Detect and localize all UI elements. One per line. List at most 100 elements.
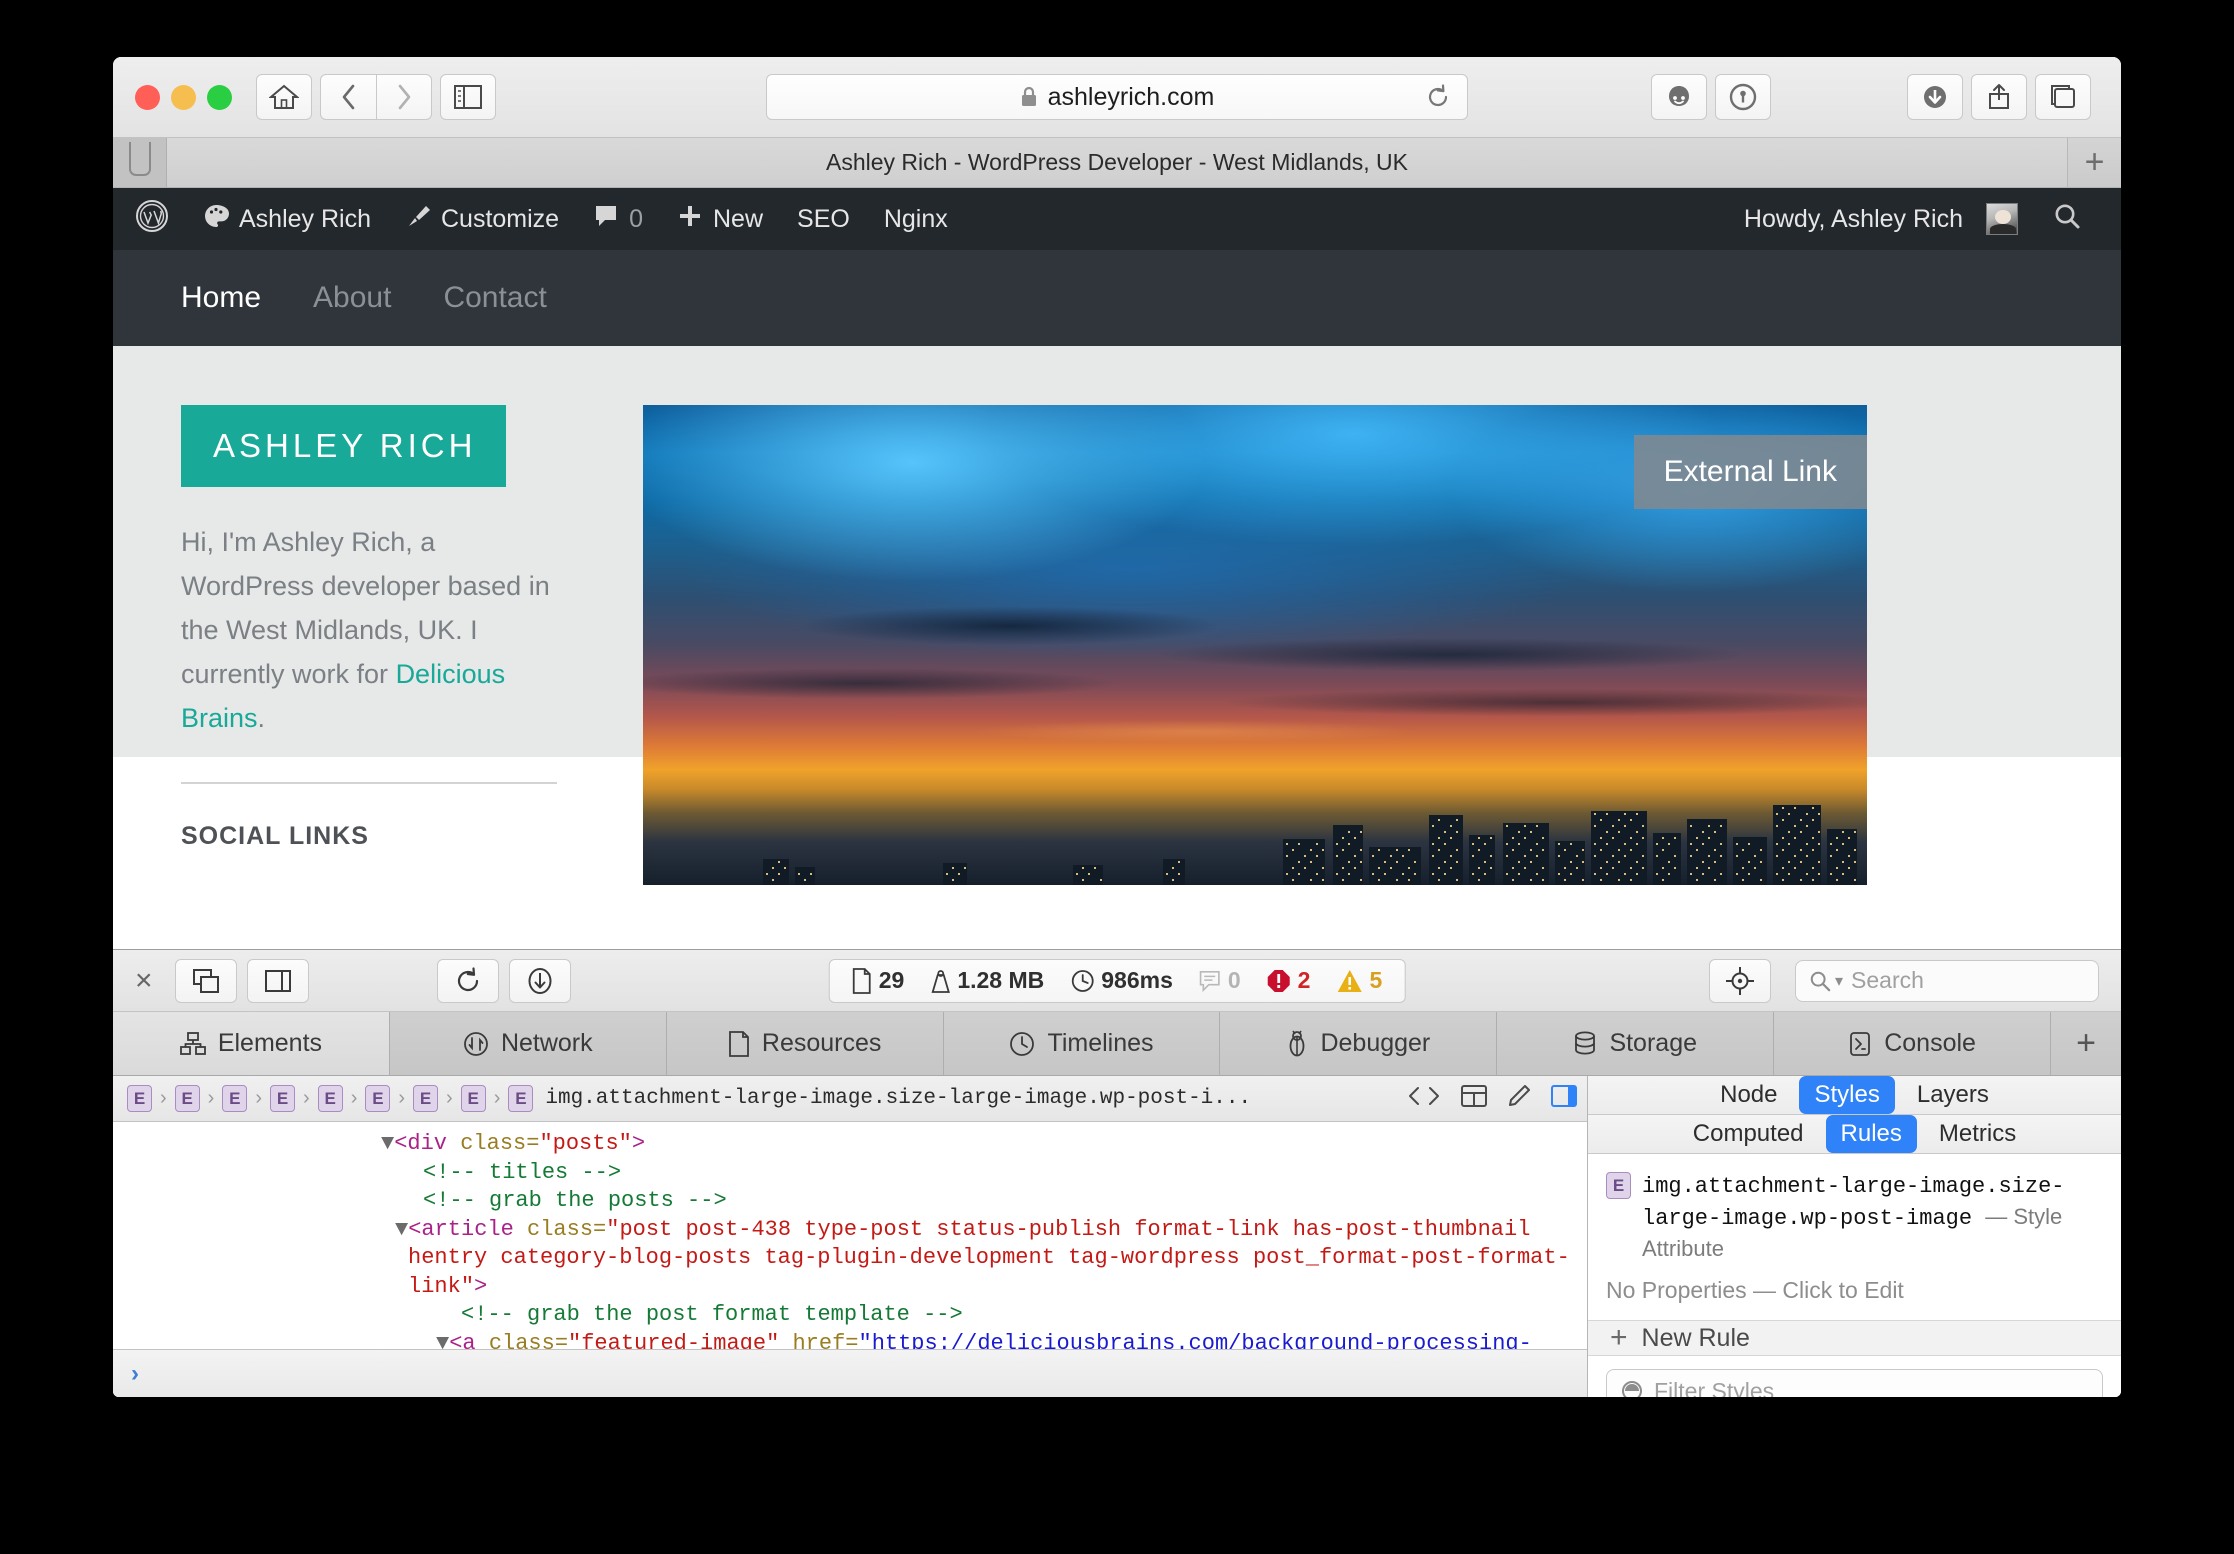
minimize-window-button[interactable]	[171, 84, 196, 110]
breadcrumb-badge-1[interactable]: E	[127, 1085, 152, 1112]
wp-new-content-link[interactable]: New	[660, 188, 780, 250]
tab-console[interactable]: Console	[1774, 1012, 2052, 1075]
browser-tab[interactable]: Ashley Rich - WordPress Developer - West…	[167, 138, 2067, 187]
breadcrumb-badge-4[interactable]: E	[270, 1085, 296, 1112]
breadcrumb-badge-7[interactable]: E	[413, 1085, 439, 1112]
address-bar[interactable]: ashleyrich.com	[766, 74, 1468, 120]
downloads-icon[interactable]	[1907, 74, 1963, 120]
breadcrumb: E › E › E › E › E › E › E › E › E img.attachment…	[113, 1076, 1587, 1122]
dom-line-anchor[interactable]: ▼<a class="featured-image" href="https:/…	[113, 1330, 1587, 1350]
breadcrumb-selected-label[interactable]: img.attachment-large-image.size-large-im…	[545, 1087, 1251, 1110]
wp-account-menu[interactable]: Howdy, Ashley Rich	[1744, 203, 2035, 235]
breadcrumb-badge-5[interactable]: E	[317, 1085, 343, 1112]
close-window-button[interactable]	[135, 84, 160, 110]
stat-errors[interactable]: 2	[1267, 967, 1310, 994]
download-har-icon[interactable]	[508, 958, 571, 1003]
wp-seo-link[interactable]: SEO	[780, 188, 867, 250]
nav-item-about[interactable]: About	[313, 281, 391, 315]
style-rule[interactable]: E img.attachment-large-image.size-large-…	[1588, 1154, 2121, 1321]
new-tab-button[interactable]: +	[2067, 138, 2121, 187]
style-rule-selector[interactable]: img.attachment-large-image.size-large-im…	[1642, 1172, 2101, 1266]
dom-line-article[interactable]: ▼<article class="post post-438 type-post…	[113, 1216, 1587, 1302]
tab-elements[interactable]: Elements	[113, 1012, 390, 1075]
inspect-element-icon[interactable]	[1709, 958, 1771, 1003]
console-prompt-chevron-right-icon[interactable]: ›	[131, 1360, 139, 1388]
maximize-window-button[interactable]	[207, 84, 232, 110]
tab-console-label: Console	[1884, 1029, 1976, 1057]
console-prompt-bar[interactable]: ›	[113, 1349, 1587, 1397]
sidebar-tab-node[interactable]: Node	[1720, 1081, 1777, 1109]
page-stats-bar: 29 1.28 MB 986ms 0 2 5	[828, 958, 1406, 1003]
chevron-right-icon: ›	[493, 1087, 501, 1109]
wp-logo-menu[interactable]	[135, 188, 186, 250]
breadcrumb-badge-3[interactable]: E	[222, 1085, 248, 1112]
address-bar-url: ashleyrich.com	[1047, 82, 1215, 111]
dock-right-icon[interactable]	[246, 958, 309, 1003]
bio-text-after: .	[257, 703, 266, 733]
sidebar-tab-styles[interactable]: Styles	[1799, 1076, 1895, 1114]
tab-resources[interactable]: Resources	[667, 1012, 944, 1075]
devtools-toolbar-right: ▾ Search	[1709, 958, 2099, 1003]
devtools-body: E › E › E › E › E › E › E › E › E img.attachment…	[113, 1076, 2121, 1397]
tab-elements-label: Elements	[217, 1029, 323, 1057]
tab-network[interactable]: Network	[390, 1012, 667, 1075]
home-icon[interactable]	[256, 74, 312, 120]
featured-image[interactable]: External Link	[643, 405, 1867, 885]
edit-pencil-icon[interactable]	[1507, 1084, 1531, 1114]
forward-icon[interactable]	[376, 74, 432, 120]
sidebar-tab-metrics[interactable]: Metrics	[1939, 1120, 2016, 1148]
tab-storage[interactable]: Storage	[1497, 1012, 1775, 1075]
extension-icon[interactable]	[1651, 74, 1707, 120]
tab-favicon-u[interactable]	[113, 138, 167, 187]
toolbar-right-group	[1651, 74, 2099, 120]
back-icon[interactable]	[320, 74, 376, 120]
stat-logs: 0	[1199, 967, 1241, 994]
wp-search-button[interactable]	[2035, 201, 2099, 238]
dom-anchor-href-attr: href=	[792, 1330, 859, 1350]
close-devtools-button[interactable]: ×	[135, 964, 153, 998]
source-code-icon[interactable]	[1407, 1085, 1441, 1113]
wp-comments-link[interactable]: 0	[576, 188, 660, 250]
resources-icon	[728, 1030, 749, 1057]
new-rule-button[interactable]: + New Rule	[1588, 1321, 2121, 1356]
tab-timelines-label: Timelines	[1047, 1029, 1154, 1057]
nav-item-home[interactable]: Home	[181, 281, 261, 315]
add-devtools-tab-button[interactable]: +	[2051, 1012, 2121, 1075]
breadcrumb-badge-8[interactable]: E	[460, 1085, 486, 1112]
dom-tree[interactable]: ▼<div class="posts"> <!-- titles --> <!-- …	[113, 1122, 1587, 1349]
wp-customize-link[interactable]: Customize	[388, 188, 576, 250]
dom-comment-titles: <!-- titles -->	[423, 1159, 622, 1185]
toggle-sidebar-icon[interactable]	[1551, 1084, 1577, 1113]
sidebar-tab-computed[interactable]: Computed	[1693, 1120, 1804, 1148]
window-traffic-lights	[135, 84, 232, 110]
reload-page-icon[interactable]	[436, 958, 499, 1003]
wp-nginx-link[interactable]: Nginx	[867, 188, 965, 250]
external-link-badge[interactable]: External Link	[1633, 435, 1867, 509]
breadcrumb-badge-2[interactable]: E	[174, 1085, 200, 1112]
sidebar-tab-rules[interactable]: Rules	[1825, 1115, 1917, 1153]
filter-styles-placeholder: Filter Styles	[1654, 1377, 1775, 1398]
disclosure-triangle-icon[interactable]: ▼	[436, 1331, 449, 1350]
wp-site-name-menu[interactable]: Ashley Rich	[186, 188, 388, 250]
show-tabs-icon[interactable]	[2035, 74, 2091, 120]
tab-debugger[interactable]: Debugger	[1220, 1012, 1498, 1075]
sidebar-icon[interactable]	[440, 74, 496, 120]
disclosure-triangle-icon[interactable]: ▼	[381, 1131, 394, 1156]
stat-warnings[interactable]: 5	[1336, 967, 1382, 994]
share-icon[interactable]	[1971, 74, 2027, 120]
tab-timelines[interactable]: Timelines	[944, 1012, 1221, 1075]
search-dropdown-chevron-down-icon[interactable]: ▾	[1835, 971, 1843, 991]
breadcrumb-badge-selected[interactable]: E	[508, 1085, 534, 1112]
nav-item-contact[interactable]: Contact	[443, 281, 546, 315]
style-rule-no-properties[interactable]: No Properties — Click to Edit	[1606, 1277, 2101, 1304]
grid-overlay-icon[interactable]	[1461, 1084, 1487, 1113]
dom-line-posts-div[interactable]: ▼<div class="posts">	[113, 1130, 1587, 1159]
reload-icon[interactable]	[1425, 84, 1451, 117]
breadcrumb-badge-6[interactable]: E	[365, 1085, 391, 1112]
undock-devtools-icon[interactable]	[174, 958, 237, 1003]
devtools-search-input[interactable]: ▾ Search	[1795, 959, 2099, 1002]
disclosure-triangle-icon[interactable]: ▼	[395, 1217, 408, 1242]
sidebar-tab-layers[interactable]: Layers	[1917, 1081, 1989, 1109]
password-manager-icon[interactable]	[1715, 74, 1771, 120]
filter-styles-input[interactable]: Filter Styles	[1606, 1369, 2103, 1397]
